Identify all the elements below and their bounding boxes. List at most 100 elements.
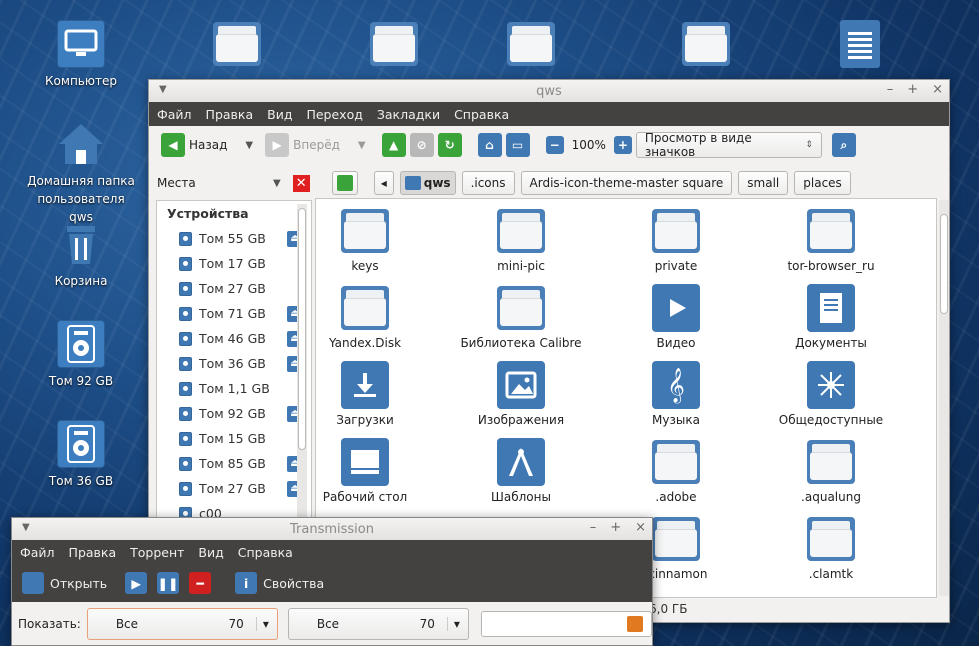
- sidebar-item-device[interactable]: Том 36 GB ⏏: [157, 351, 311, 376]
- clear-icon[interactable]: [627, 616, 643, 632]
- reload-button[interactable]: ↻: [437, 133, 462, 157]
- sidebar-item-device[interactable]: Том 1,1 GB: [157, 376, 311, 401]
- folder-icon[interactable]: [370, 20, 418, 68]
- sidebar-item-device[interactable]: Том 55 GB ⏏: [157, 226, 311, 251]
- sidebar-item-device[interactable]: Том 17 GB: [157, 251, 311, 276]
- file-item[interactable]: tor-browser_ru: [756, 207, 906, 273]
- download-icon: [341, 361, 389, 409]
- zoom-out-button[interactable]: −: [545, 136, 564, 154]
- menu-go[interactable]: Переход: [306, 107, 362, 122]
- play-button[interactable]: ▶: [125, 572, 148, 594]
- remove-button[interactable]: ━: [189, 572, 212, 594]
- up-button[interactable]: ▲: [381, 133, 406, 157]
- close-icon[interactable]: ×: [932, 82, 943, 97]
- back-button[interactable]: ◀ Назад ▼: [157, 133, 257, 157]
- menu-file[interactable]: Файл: [20, 545, 55, 560]
- menu-edit[interactable]: Правка: [206, 107, 254, 122]
- menu-help[interactable]: Справка: [238, 545, 293, 560]
- stop-button[interactable]: ⊘: [409, 133, 434, 157]
- properties-button[interactable]: i Свойства: [235, 572, 324, 594]
- file-item[interactable]: Yandex.Disk: [316, 284, 440, 350]
- menu-file[interactable]: Файл: [157, 107, 192, 122]
- desktop-icon-drive-36[interactable]: Том 36 GB: [26, 420, 136, 490]
- sidebar-item-device[interactable]: Том 92 GB ⏏: [157, 401, 311, 426]
- sidebar-item-device[interactable]: Том 85 GB ⏏: [157, 451, 311, 476]
- file-item[interactable]: Шаблоны: [446, 438, 596, 504]
- document-icon[interactable]: [840, 20, 880, 68]
- file-item[interactable]: Библиотека Calibre: [446, 284, 596, 350]
- file-item[interactable]: Загрузки: [316, 361, 440, 427]
- sidebar-item-device[interactable]: Том 15 GB: [157, 426, 311, 451]
- open-button[interactable]: Открыть: [22, 572, 107, 594]
- filter-search-input[interactable]: [480, 611, 652, 637]
- desktop-icon-home[interactable]: Домашняя папка пользователя qws: [26, 120, 136, 226]
- sidebar-item-label: Том 1,1 GB: [199, 381, 270, 396]
- forward-button[interactable]: ▶ Вперёд ▼: [261, 133, 369, 157]
- computer-button[interactable]: ▭: [505, 133, 530, 157]
- minimize-icon[interactable]: –: [887, 82, 894, 97]
- chevron-down-icon[interactable]: ▼: [245, 140, 253, 151]
- pause-button[interactable]: ❚❚: [157, 572, 180, 594]
- sidebar-item-device[interactable]: Том 27 GB: [157, 276, 311, 301]
- file-item[interactable]: Видео: [601, 284, 751, 350]
- folder-icon[interactable]: [682, 20, 730, 68]
- crumb-small[interactable]: small: [738, 171, 789, 195]
- filter-tracker-select[interactable]: Все 70 ▾: [287, 608, 469, 640]
- window-titlebar[interactable]: ▼ qws – + ×: [149, 80, 949, 102]
- desktop-icon-trash[interactable]: Корзина: [26, 220, 136, 290]
- places-dropdown-icon[interactable]: ▼: [273, 178, 281, 189]
- close-icon[interactable]: ×: [635, 520, 646, 535]
- edit-location-button[interactable]: [331, 171, 358, 195]
- crumb-scroll-left[interactable]: ◂: [373, 171, 394, 195]
- zoom-in-button[interactable]: +: [613, 136, 632, 154]
- close-sidebar-icon[interactable]: ✕: [292, 174, 310, 192]
- menu-edit[interactable]: Правка: [69, 545, 117, 560]
- file-item[interactable]: Изображения: [446, 361, 596, 427]
- file-item[interactable]: 𝄞 Музыка: [601, 361, 751, 427]
- sidebar-item-device[interactable]: Том 71 GB ⏏: [157, 301, 311, 326]
- minimize-icon[interactable]: –: [590, 520, 597, 535]
- menu-view[interactable]: Вид: [267, 107, 292, 122]
- sidebar-item-device[interactable]: Том 27 GB ⏏: [157, 476, 311, 501]
- file-item[interactable]: .clamtk: [756, 515, 906, 581]
- menu-view[interactable]: Вид: [198, 545, 223, 560]
- file-item-label: Yandex.Disk: [328, 336, 402, 350]
- back-label: Назад: [189, 138, 228, 152]
- home-button[interactable]: ⌂: [477, 133, 502, 157]
- filter-status-select[interactable]: Все 70 ▾: [86, 608, 278, 640]
- crumb-qws[interactable]: qws: [399, 171, 456, 195]
- file-item[interactable]: Общедоступные: [756, 361, 906, 427]
- menu-bookmarks[interactable]: Закладки: [377, 107, 440, 122]
- view-mode-select[interactable]: Просмотр в виде значков ⇕: [635, 131, 822, 159]
- file-item[interactable]: Рабочий стол: [316, 438, 440, 504]
- crumb-places[interactable]: places: [794, 171, 851, 195]
- sidebar-item-device[interactable]: Том 46 GB ⏏: [157, 326, 311, 351]
- folder-icon: [652, 438, 700, 486]
- file-item[interactable]: .adobe: [601, 438, 751, 504]
- file-item[interactable]: .aqualung: [756, 438, 906, 504]
- search-button[interactable]: ⌕: [831, 133, 856, 157]
- crumb-ardis[interactable]: Ardis-icon-theme-master square: [520, 171, 733, 195]
- crumb-icons[interactable]: .icons: [461, 171, 515, 195]
- file-item[interactable]: keys: [316, 207, 440, 273]
- desktop-icon-drive-92[interactable]: Том 92 GB: [26, 320, 136, 390]
- templates-icon: [497, 438, 545, 486]
- file-item[interactable]: Документы: [756, 284, 906, 350]
- menu-torrent[interactable]: Торрент: [130, 545, 184, 560]
- window-menu-icon[interactable]: ▼: [22, 522, 30, 533]
- menu-help[interactable]: Справка: [454, 107, 509, 122]
- file-item[interactable]: private: [601, 207, 751, 273]
- chevron-down-icon[interactable]: ▼: [358, 140, 366, 151]
- folder-icon[interactable]: [507, 20, 555, 68]
- window-menu-icon[interactable]: ▼: [159, 84, 167, 95]
- chevron-down-icon: ▾: [255, 617, 269, 631]
- file-item[interactable]: mini-pic: [446, 207, 596, 273]
- desktop-icon-computer[interactable]: Компьютер: [26, 20, 136, 90]
- folder-icon: [341, 284, 389, 332]
- sidebar-item-label: Том 36 GB: [199, 356, 266, 371]
- maximize-icon[interactable]: +: [610, 520, 621, 535]
- window-titlebar[interactable]: ▼ Transmission – + ×: [12, 518, 652, 540]
- folder-icon[interactable]: [213, 20, 261, 68]
- maximize-icon[interactable]: +: [907, 82, 918, 97]
- grid-scrollbar[interactable]: [939, 200, 949, 596]
